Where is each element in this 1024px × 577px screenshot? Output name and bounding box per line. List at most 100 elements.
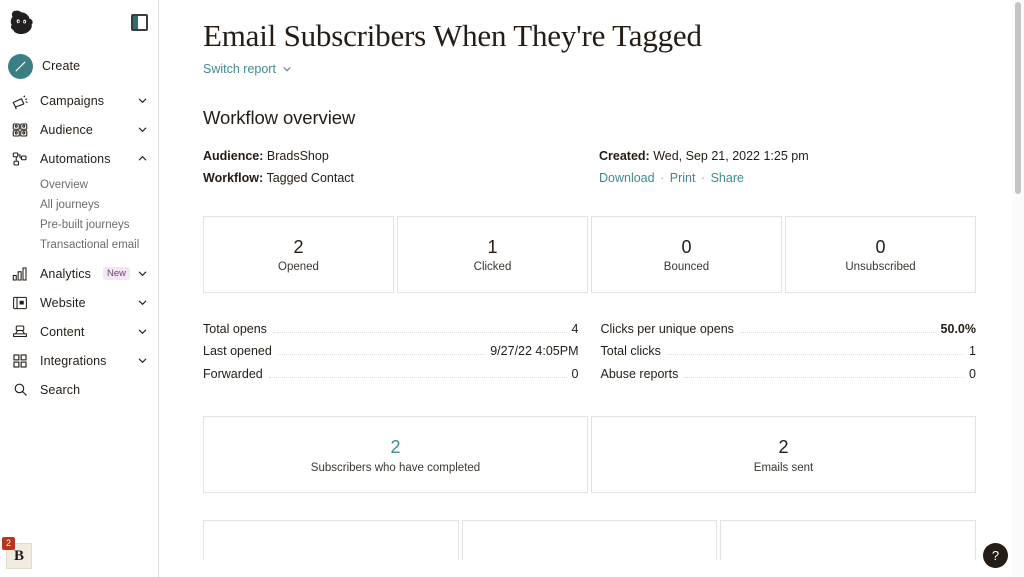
chevron-down-icon bbox=[283, 67, 291, 72]
stat-value: 0 bbox=[681, 236, 692, 257]
stat-label: Subscribers who have completed bbox=[310, 461, 481, 474]
sidebar-subitem-transactional-email[interactable]: Transactional email bbox=[0, 235, 158, 255]
sidebar-item-analytics[interactable]: Analytics New bbox=[0, 259, 158, 288]
workflow-nodes-icon bbox=[9, 148, 31, 170]
stat-label: Emails sent bbox=[753, 461, 814, 474]
stat-row-value: 0 bbox=[571, 366, 579, 381]
dotted-leader bbox=[277, 354, 486, 356]
stat-card-emails-sent[interactable]: 2 Emails sent bbox=[591, 416, 976, 494]
stat-row-value: 1 bbox=[969, 344, 976, 359]
stat-row-label: Abuse reports bbox=[600, 366, 679, 381]
vertical-scrollbar[interactable] bbox=[1012, 0, 1024, 577]
stat-card-row-additional bbox=[203, 520, 977, 561]
question-mark-icon: ? bbox=[991, 548, 1000, 563]
report-actions: Download · Print · Share bbox=[599, 167, 809, 189]
chevron-down-icon[interactable] bbox=[137, 124, 148, 135]
stat-card-additional-3[interactable] bbox=[720, 520, 977, 561]
sidebar-subitem-label: All journeys bbox=[40, 199, 100, 211]
meta-workflow-label: Workflow: bbox=[203, 170, 264, 185]
sidebar-item-label: Content bbox=[40, 324, 85, 339]
stat-row-total-clicks: Total clicks 1 bbox=[601, 344, 977, 367]
main-content: Email Subscribers When They're Tagged Sw… bbox=[159, 0, 1024, 577]
print-link[interactable]: Print bbox=[670, 171, 696, 185]
stat-row-value: 9/27/22 4:05PM bbox=[490, 344, 579, 359]
stat-row-label: Total opens bbox=[203, 321, 267, 336]
stat-row-value: 0 bbox=[969, 366, 976, 381]
sidebar-subitem-label: Overview bbox=[40, 179, 88, 191]
stat-card-opened[interactable]: 2 Opened bbox=[203, 215, 394, 293]
sidebar: Create Campaigns Audience Automations Ov… bbox=[0, 0, 159, 577]
meta-audience-value: BradsShop bbox=[266, 148, 329, 163]
stat-card-row-engagement: 2 Opened 1 Clicked 0 Bounced 0 Unsubscri… bbox=[203, 215, 976, 293]
chevron-up-icon[interactable] bbox=[137, 153, 148, 164]
stat-row-label: Total clicks bbox=[600, 344, 661, 359]
switch-report-label: Switch report bbox=[203, 61, 276, 76]
sidebar-item-integrations[interactable]: Integrations bbox=[0, 346, 158, 375]
stat-card-unsubscribed[interactable]: 0 Unsubscribed bbox=[785, 215, 976, 293]
browser-window-icon bbox=[9, 292, 31, 314]
stat-row-value: 4 bbox=[571, 321, 579, 336]
share-link[interactable]: Share bbox=[711, 171, 744, 185]
stat-card-subscribers-completed[interactable]: 2 Subscribers who have completed bbox=[203, 416, 588, 494]
stat-card-additional-2[interactable] bbox=[461, 520, 718, 561]
sidebar-item-label: Analytics bbox=[40, 266, 91, 281]
stat-value: 1 bbox=[487, 236, 498, 257]
sidebar-item-content[interactable]: Content bbox=[0, 317, 158, 346]
stat-card-clicked[interactable]: 1 Clicked bbox=[397, 215, 588, 293]
action-separator: · bbox=[700, 170, 706, 185]
stat-list-right: Clicks per unique opens 50.0% Total clic… bbox=[601, 322, 977, 390]
sidebar-item-label: Campaigns bbox=[40, 93, 105, 108]
dotted-leader bbox=[739, 331, 936, 333]
chevron-down-icon[interactable] bbox=[137, 355, 148, 366]
megaphone-icon bbox=[9, 90, 31, 112]
section-title-workflow-overview: Workflow overview bbox=[203, 106, 356, 128]
download-link[interactable]: Download bbox=[599, 171, 655, 185]
pencil-icon bbox=[8, 53, 33, 79]
stat-list-left: Total opens 4 Last opened 9/27/22 4:05PM… bbox=[203, 322, 579, 390]
chevron-down-icon[interactable] bbox=[137, 268, 148, 279]
sidebar-item-campaigns[interactable]: Campaigns bbox=[0, 86, 158, 115]
sidebar-item-label: Website bbox=[40, 295, 86, 310]
sidebar-item-automations[interactable]: Automations bbox=[0, 144, 158, 173]
sidebar-subitem-label: Transactional email bbox=[40, 239, 140, 251]
sidebar-nav: Create Campaigns Audience Automations Ov… bbox=[0, 44, 158, 404]
stat-label: Bounced bbox=[663, 261, 710, 274]
sidebar-subitem-all-journeys[interactable]: All journeys bbox=[0, 195, 158, 215]
meta-audience: Audience: BradsShop bbox=[203, 145, 599, 167]
stat-value[interactable]: 2 bbox=[390, 436, 400, 459]
stat-value: 0 bbox=[875, 236, 886, 257]
stat-value: 2 bbox=[778, 437, 789, 458]
meta-workflow-value: Tagged Contact bbox=[266, 170, 354, 185]
sidebar-subitem-label: Pre-built journeys bbox=[40, 219, 130, 231]
sidebar-item-create[interactable]: Create bbox=[0, 49, 158, 83]
mailchimp-freddie-logo[interactable] bbox=[6, 6, 38, 38]
sidebar-item-label: Search bbox=[40, 382, 81, 397]
meta-created-value: Wed, Sep 21, 2022 1:25 pm bbox=[653, 148, 809, 163]
chevron-down-icon[interactable] bbox=[137, 297, 148, 308]
dotted-leader bbox=[684, 376, 965, 378]
chevron-down-icon[interactable] bbox=[137, 95, 148, 106]
sidebar-item-label: Audience bbox=[40, 122, 93, 137]
app-root: Create Campaigns Audience Automations Ov… bbox=[0, 0, 1024, 577]
switch-report-dropdown[interactable]: Switch report bbox=[203, 62, 292, 76]
help-button[interactable]: ? bbox=[983, 543, 1008, 568]
sidebar-subitem-pre-built-journeys[interactable]: Pre-built journeys bbox=[0, 215, 158, 235]
meta-workflow: Workflow: Tagged Contact bbox=[203, 167, 599, 189]
search-icon bbox=[9, 379, 31, 401]
collapse-sidebar-icon[interactable] bbox=[131, 13, 148, 31]
report-body: Email Subscribers When They're Tagged Sw… bbox=[159, 0, 1024, 561]
scrollbar-thumb[interactable] bbox=[1015, 2, 1021, 194]
sidebar-item-website[interactable]: Website bbox=[0, 288, 158, 317]
stat-row-value: 50.0% bbox=[940, 321, 976, 336]
chevron-down-icon[interactable] bbox=[137, 326, 148, 337]
sidebar-subitem-overview[interactable]: Overview bbox=[0, 175, 158, 195]
sidebar-header bbox=[0, 0, 158, 44]
stat-row-label: Forwarded bbox=[203, 366, 263, 381]
taskbar-app-icon[interactable]: B 2 bbox=[2, 537, 34, 571]
sidebar-item-search[interactable]: Search bbox=[0, 375, 158, 404]
stat-card-additional-1[interactable] bbox=[203, 520, 459, 561]
stat-label: Opened bbox=[278, 261, 319, 274]
stat-card-bounced[interactable]: 0 Bounced bbox=[591, 215, 782, 293]
sidebar-item-audience[interactable]: Audience bbox=[0, 115, 158, 144]
action-separator: · bbox=[660, 170, 665, 185]
